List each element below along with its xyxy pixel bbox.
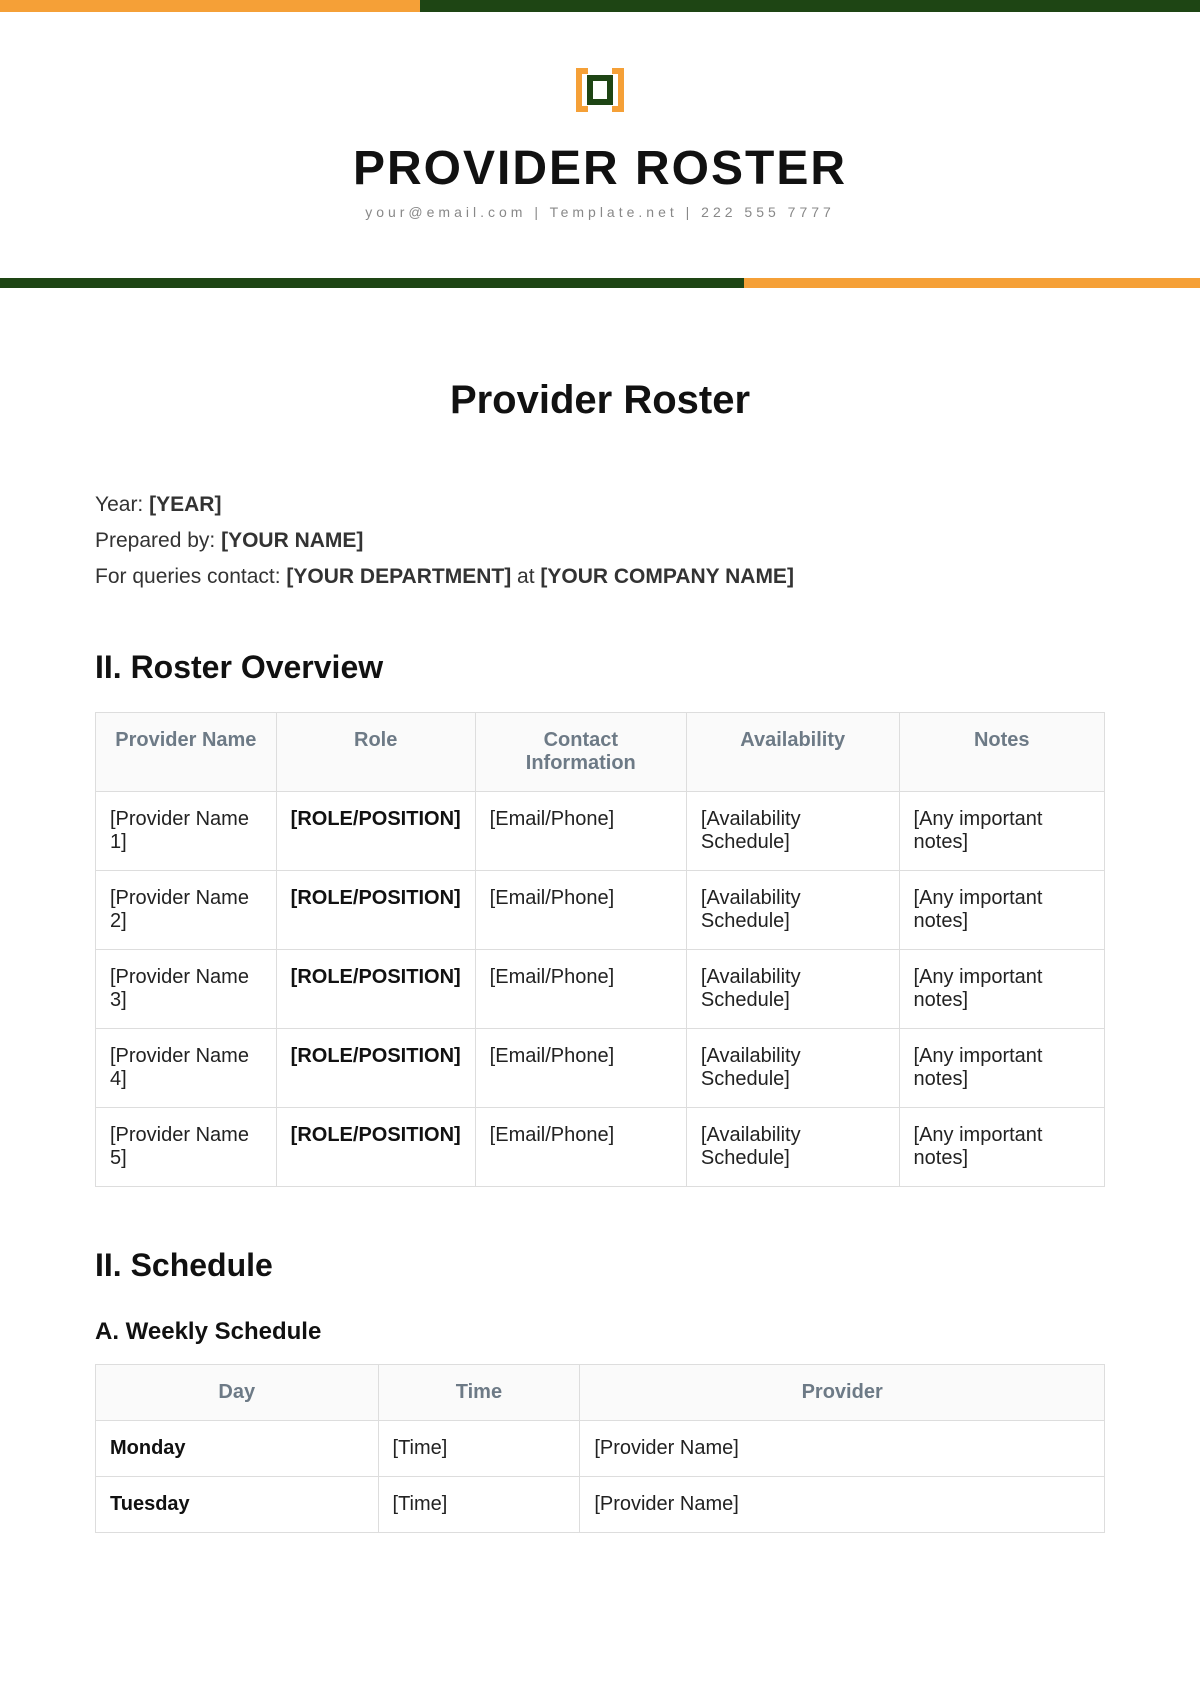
cell-availability: [Availability Schedule] xyxy=(686,1108,899,1187)
cell-role: [ROLE/POSITION] xyxy=(276,950,475,1029)
cell-role: [ROLE/POSITION] xyxy=(276,1029,475,1108)
document-header: PROVIDER ROSTER your@email.com | Templat… xyxy=(0,12,1200,250)
table-row: [Provider Name 2] [ROLE/POSITION] [Email… xyxy=(96,871,1105,950)
th-provider-name: Provider Name xyxy=(96,713,277,792)
meta-prepared-value: [YOUR NAME] xyxy=(221,529,363,552)
meta-contact-mid: at xyxy=(511,565,540,588)
weekly-schedule-table: Day Time Provider Monday [Time] [Provide… xyxy=(95,1364,1105,1533)
cell-day: Monday xyxy=(96,1421,379,1477)
cell-provider-name: [Provider Name 5] xyxy=(96,1108,277,1187)
mid-accent-green xyxy=(0,278,744,288)
cell-availability: [Availability Schedule] xyxy=(686,792,899,871)
meta-contact-company: [YOUR COMPANY NAME] xyxy=(540,565,794,588)
cell-role: [ROLE/POSITION] xyxy=(276,792,475,871)
th-role: Role xyxy=(276,713,475,792)
mid-accent-bar xyxy=(0,278,1200,288)
cell-provider-name: [Provider Name 2] xyxy=(96,871,277,950)
table-row: [Provider Name 3] [ROLE/POSITION] [Email… xyxy=(96,950,1105,1029)
cell-notes: [Any important notes] xyxy=(899,1029,1104,1108)
meta-prepared: Prepared by: [YOUR NAME] xyxy=(95,529,1105,553)
cell-contact: [Email/Phone] xyxy=(475,871,686,950)
cell-provider: [Provider Name] xyxy=(580,1421,1105,1477)
cell-notes: [Any important notes] xyxy=(899,1108,1104,1187)
top-accent-orange xyxy=(0,0,420,12)
table-header-row: Provider Name Role Contact Information A… xyxy=(96,713,1105,792)
th-availability: Availability xyxy=(686,713,899,792)
cell-contact: [Email/Phone] xyxy=(475,1029,686,1108)
meta-year-label: Year: xyxy=(95,493,149,516)
meta-year: Year: [YEAR] xyxy=(95,493,1105,517)
cell-role: [ROLE/POSITION] xyxy=(276,871,475,950)
meta-contact-prefix: For queries contact: xyxy=(95,565,286,588)
th-contact: Contact Information xyxy=(475,713,686,792)
cell-availability: [Availability Schedule] xyxy=(686,1029,899,1108)
cell-time: [Time] xyxy=(378,1477,580,1533)
cell-notes: [Any important notes] xyxy=(899,792,1104,871)
cell-availability: [Availability Schedule] xyxy=(686,950,899,1029)
table-row: Monday [Time] [Provider Name] xyxy=(96,1421,1105,1477)
section-heading-schedule: II. Schedule xyxy=(95,1247,1105,1284)
top-accent-bar xyxy=(0,0,1200,12)
header-subline: your@email.com | Template.net | 222 555 … xyxy=(0,204,1200,220)
th-day: Day xyxy=(96,1365,379,1421)
th-notes: Notes xyxy=(899,713,1104,792)
cell-day: Tuesday xyxy=(96,1477,379,1533)
section-heading-overview: II. Roster Overview xyxy=(95,649,1105,686)
table-header-row: Day Time Provider xyxy=(96,1365,1105,1421)
cell-provider-name: [Provider Name 3] xyxy=(96,950,277,1029)
th-provider: Provider xyxy=(580,1365,1105,1421)
header-title: PROVIDER ROSTER xyxy=(0,141,1200,196)
mid-accent-orange xyxy=(744,278,1200,288)
table-row: [Provider Name 1] [ROLE/POSITION] [Email… xyxy=(96,792,1105,871)
cell-provider-name: [Provider Name 1] xyxy=(96,792,277,871)
meta-year-value: [YEAR] xyxy=(149,493,221,516)
meta-contact: For queries contact: [YOUR DEPARTMENT] a… xyxy=(95,565,1105,589)
meta-contact-dept: [YOUR DEPARTMENT] xyxy=(286,565,511,588)
roster-overview-table: Provider Name Role Contact Information A… xyxy=(95,712,1105,1187)
cell-notes: [Any important notes] xyxy=(899,871,1104,950)
table-row: [Provider Name 4] [ROLE/POSITION] [Email… xyxy=(96,1029,1105,1108)
document-body: Provider Roster Year: [YEAR] Prepared by… xyxy=(0,288,1200,1533)
meta-prepared-label: Prepared by: xyxy=(95,529,221,552)
cell-notes: [Any important notes] xyxy=(899,950,1104,1029)
th-time: Time xyxy=(378,1365,580,1421)
cell-contact: [Email/Phone] xyxy=(475,1108,686,1187)
cell-role: [ROLE/POSITION] xyxy=(276,1108,475,1187)
logo-icon xyxy=(568,62,632,123)
cell-contact: [Email/Phone] xyxy=(475,950,686,1029)
cell-availability: [Availability Schedule] xyxy=(686,871,899,950)
top-accent-green xyxy=(420,0,1200,12)
cell-time: [Time] xyxy=(378,1421,580,1477)
page-title: Provider Roster xyxy=(95,378,1105,423)
table-row: Tuesday [Time] [Provider Name] xyxy=(96,1477,1105,1533)
table-row: [Provider Name 5] [ROLE/POSITION] [Email… xyxy=(96,1108,1105,1187)
cell-provider-name: [Provider Name 4] xyxy=(96,1029,277,1108)
cell-provider: [Provider Name] xyxy=(580,1477,1105,1533)
sub-heading-weekly: A. Weekly Schedule xyxy=(95,1318,1105,1346)
cell-contact: [Email/Phone] xyxy=(475,792,686,871)
